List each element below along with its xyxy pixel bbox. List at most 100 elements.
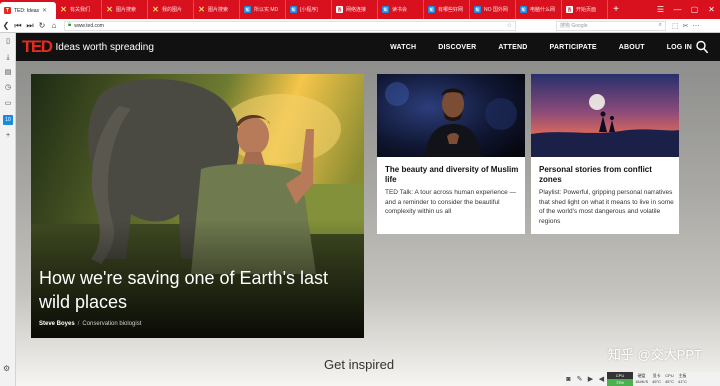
back-icon[interactable]: ❮ bbox=[0, 21, 12, 30]
playlist-card[interactable]: Personal stories from conflict zones Pla… bbox=[531, 74, 679, 234]
maximize-icon[interactable]: ▢ bbox=[686, 5, 703, 14]
tab-item[interactable]: 百网络连接 bbox=[332, 0, 378, 19]
tab-strip: T TED: Ideas ✕ ✕ 有关我们 ✕ 图片搜索 ✕ 我的图片 ✕ 图片搜索 知… bbox=[0, 0, 720, 19]
tools-icon[interactable]: ✎ bbox=[574, 375, 585, 383]
tab-label: [小程序] bbox=[300, 7, 318, 13]
watermark: 知乎 @交大PPT bbox=[607, 347, 702, 362]
ted-logo[interactable]: TED bbox=[22, 37, 53, 57]
ted-favicon-icon: T bbox=[4, 7, 11, 14]
nav-log-in[interactable]: LOG IN bbox=[667, 44, 692, 51]
url-text: www.ted.com bbox=[74, 22, 104, 29]
download-icon[interactable]: ⤓ bbox=[3, 53, 13, 63]
tab-item[interactable]: ✕ 图片搜索 bbox=[102, 0, 148, 19]
talk-card-description: TED Talk: A tour across human experience… bbox=[385, 189, 517, 215]
zhihu-favicon-icon: 知 bbox=[244, 6, 251, 13]
settings-gear-icon[interactable]: ⚙ bbox=[3, 364, 10, 373]
tab-item[interactable]: ✕ 图片搜索 bbox=[194, 0, 240, 19]
speaker-role: Conservation biologist bbox=[82, 321, 142, 327]
bookmark-icon[interactable]: ▯ bbox=[3, 37, 13, 47]
sidebar-app-icon[interactable]: 10 bbox=[3, 115, 13, 125]
nav-discover[interactable]: DISCOVER bbox=[438, 44, 476, 51]
gpu-stat: 显卡 45°C bbox=[650, 373, 663, 385]
minimize-icon[interactable]: — bbox=[669, 5, 686, 14]
talk-card[interactable]: The beauty and diversity of Muslim life … bbox=[377, 74, 525, 234]
cpu-value: 73% bbox=[607, 379, 633, 386]
nav-about[interactable]: ABOUT bbox=[619, 44, 645, 51]
ted-header: TED Ideas worth spreading WATCH DISCOVER… bbox=[16, 33, 720, 61]
tab-item[interactable]: 知读书会 bbox=[378, 0, 424, 19]
tab-ted[interactable]: T TED: Ideas ✕ bbox=[0, 2, 56, 19]
byline-separator: / bbox=[77, 321, 80, 327]
hero-card[interactable]: How we're saving one of Earth's last wil… bbox=[31, 74, 364, 338]
home-icon[interactable]: ⌂ bbox=[48, 21, 60, 30]
stat-value: 45°C bbox=[665, 379, 674, 384]
skip-forward-icon[interactable]: ⏭ bbox=[24, 21, 36, 31]
close-window-icon[interactable]: ✕ bbox=[703, 5, 720, 14]
browser-sidebar: ▯ ⤓ ▤ ◷ ▭ 10 + bbox=[0, 33, 16, 386]
history-icon[interactable]: ◷ bbox=[3, 83, 13, 93]
board-temp-stat: 主板 41°C bbox=[676, 373, 689, 385]
address-bar: ❮ ⏮ ⏭ ↻ ⌂ 🔒︎ www.ted.com ☆ 搜狗 Google ⌕ ⬚… bbox=[0, 19, 720, 33]
ted-search-icon[interactable] bbox=[696, 40, 708, 54]
nav-attend[interactable]: ATTEND bbox=[498, 44, 527, 51]
tab-item[interactable]: 知 NO 国外网 bbox=[470, 0, 516, 19]
tab-item[interactable]: 知有哪些好网 bbox=[424, 0, 470, 19]
cpu-temp-stat: CPU 45°C bbox=[663, 373, 676, 385]
playlist-card-image bbox=[531, 74, 679, 157]
close-tab-icon[interactable]: ✕ bbox=[42, 7, 47, 14]
stat-value: 184K/S bbox=[635, 379, 649, 384]
tab-label: 电脑什么网 bbox=[530, 7, 556, 13]
nav-watch[interactable]: WATCH bbox=[390, 44, 416, 51]
camera-icon[interactable]: ◙ bbox=[563, 376, 574, 383]
disk-stat: 硬盘 184K/S bbox=[633, 373, 650, 385]
hero-title[interactable]: How we're saving one of Earth's last wil… bbox=[39, 266, 359, 314]
extension-icon[interactable]: ⬚ bbox=[672, 22, 679, 30]
media-icon[interactable]: ▶ bbox=[585, 375, 596, 383]
skip-back-icon[interactable]: ⏮ bbox=[12, 21, 24, 31]
tab-label: 所以实 MD bbox=[254, 7, 279, 13]
cpu-label: CPU bbox=[615, 373, 625, 378]
ted-tagline: Ideas worth spreading bbox=[55, 41, 154, 53]
bookmark-star-icon[interactable]: ☆ bbox=[507, 22, 512, 29]
talk-card-image bbox=[377, 74, 525, 157]
tab-item[interactable]: ✕ 有关我们 bbox=[56, 0, 102, 19]
tab-item[interactable]: 知 [小程序] bbox=[286, 0, 332, 19]
tab-item[interactable]: 知电脑什么网 bbox=[516, 0, 562, 19]
hero-byline: Steve Boyes / Conservation biologist bbox=[39, 321, 141, 327]
secure-lock-icon: 🔒︎ bbox=[68, 22, 72, 28]
menu-icon[interactable]: ☰ bbox=[652, 5, 669, 14]
tab-item[interactable]: 百开始页面 bbox=[562, 0, 608, 19]
playlist-card-title[interactable]: Personal stories from conflict zones bbox=[539, 165, 675, 185]
x-favicon-icon: ✕ bbox=[106, 5, 113, 14]
notes-icon[interactable]: ▤ bbox=[3, 68, 13, 78]
tab-item[interactable]: ✕ 我的图片 bbox=[148, 0, 194, 19]
volume-icon[interactable]: ◀ bbox=[596, 375, 607, 383]
speaker-name[interactable]: Steve Boyes bbox=[39, 321, 75, 327]
scissors-icon[interactable]: ✂ bbox=[683, 22, 689, 30]
search-icon[interactable]: ⌕ bbox=[659, 22, 662, 29]
new-tab-button[interactable]: + bbox=[608, 0, 624, 19]
browser-search-input[interactable]: 搜狗 Google ⌕ bbox=[556, 20, 666, 31]
cpu-meter: CPU 73% bbox=[607, 372, 633, 386]
talk-card-title[interactable]: The beauty and diversity of Muslim life bbox=[385, 165, 521, 185]
tab-label: 读书会 bbox=[392, 7, 408, 13]
more-icon[interactable]: ⋯ bbox=[693, 22, 700, 30]
zhihu-favicon-icon: 知 bbox=[474, 6, 481, 13]
window-icon[interactable]: ▭ bbox=[3, 99, 13, 109]
zhihu-favicon-icon: 知 bbox=[520, 6, 527, 13]
x-favicon-icon: ✕ bbox=[152, 5, 159, 14]
toolbar-extensions: ⬚ ✂ ⋯ bbox=[672, 22, 700, 30]
x-favicon-icon: ✕ bbox=[198, 5, 205, 14]
stat-value: 45°C bbox=[652, 379, 662, 384]
tab-label: 开始页面 bbox=[576, 7, 597, 13]
nav-participate[interactable]: PARTICIPATE bbox=[549, 44, 596, 51]
stat-value: 41°C bbox=[678, 379, 687, 384]
tab-label: 有关我们 bbox=[70, 7, 91, 13]
url-field[interactable]: 🔒︎ www.ted.com ☆ bbox=[64, 20, 516, 31]
zhihu-favicon-icon: 知 bbox=[428, 6, 435, 13]
reload-icon[interactable]: ↻ bbox=[36, 21, 48, 30]
add-panel-icon[interactable]: + bbox=[3, 131, 13, 141]
window-controls: ☰ — ▢ ✕ bbox=[652, 0, 720, 19]
x-favicon-icon: ✕ bbox=[60, 5, 67, 14]
tab-item[interactable]: 知所以实 MD bbox=[240, 0, 286, 19]
